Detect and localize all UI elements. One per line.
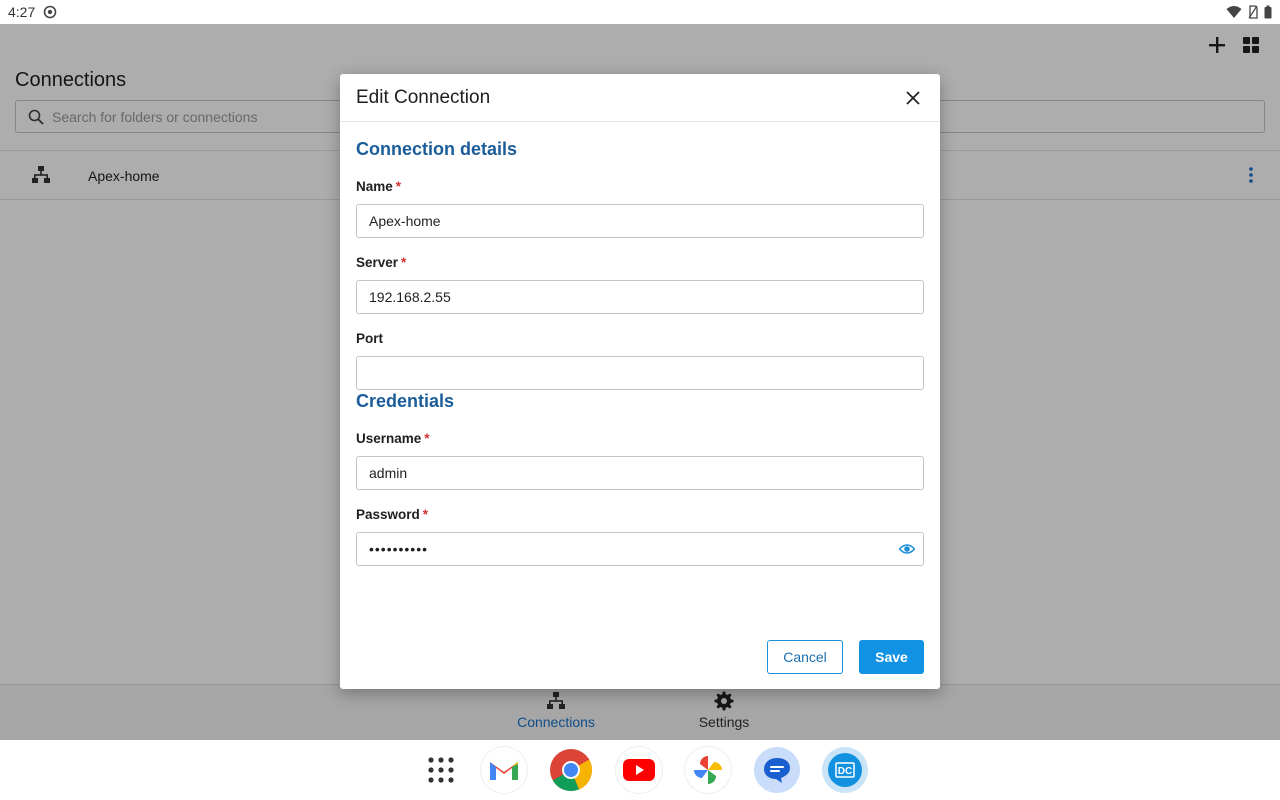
name-label-text: Name xyxy=(356,179,393,194)
required-marker: * xyxy=(401,255,407,270)
required-marker: * xyxy=(395,179,402,194)
edit-connection-dialog: Edit Connection Connection details Name *… xyxy=(340,74,940,689)
section-connection-details: Connection details xyxy=(356,139,518,159)
required-marker: * xyxy=(424,431,430,446)
dialog-title: Edit Connection xyxy=(356,87,491,108)
password-field-value: •••••••••• xyxy=(369,541,429,557)
chrome-icon[interactable] xyxy=(548,747,594,793)
messages-icon[interactable] xyxy=(754,747,800,793)
name-field[interactable]: Apex-home xyxy=(356,204,924,238)
notification-icon xyxy=(43,5,57,19)
wifi-icon xyxy=(1226,6,1242,18)
server-label: Server * xyxy=(356,255,406,270)
svg-text:DC: DC xyxy=(838,766,852,777)
required-marker: * xyxy=(422,507,429,522)
password-label: Password * xyxy=(356,507,428,522)
username-label-text: Username xyxy=(356,431,422,446)
name-field-value: Apex-home xyxy=(369,213,441,229)
username-field-value: admin xyxy=(369,465,408,481)
username-field[interactable]: admin xyxy=(356,456,924,490)
taskbar-dock: DC xyxy=(0,740,1280,800)
name-label: Name * xyxy=(356,179,401,194)
battery-icon xyxy=(1264,5,1272,19)
youtube-icon[interactable] xyxy=(616,747,662,793)
port-label: Port xyxy=(356,331,383,346)
status-time: 4:27 xyxy=(8,4,36,20)
server-field[interactable]: 192.168.2.55 xyxy=(356,280,924,314)
password-field[interactable]: •••••••••• xyxy=(356,532,924,566)
server-field-value: 192.168.2.55 xyxy=(369,289,451,305)
eye-icon[interactable] xyxy=(899,542,915,556)
save-button[interactable]: Save xyxy=(859,640,924,674)
port-field[interactable] xyxy=(356,356,924,390)
server-label-text: Server xyxy=(356,255,399,270)
close-icon[interactable] xyxy=(904,89,922,107)
app-drawer-icon[interactable] xyxy=(418,747,464,793)
status-bar: 4:27 xyxy=(0,0,1280,24)
username-label: Username * xyxy=(356,431,430,446)
dc-app-icon[interactable]: DC xyxy=(822,747,868,793)
cancel-button[interactable]: Cancel xyxy=(767,640,843,674)
dialog-header: Edit Connection xyxy=(340,74,940,122)
password-label-text: Password xyxy=(356,507,420,522)
no-sim-icon xyxy=(1248,5,1258,19)
port-label-text: Port xyxy=(356,331,383,346)
photos-icon[interactable] xyxy=(685,747,731,793)
section-credentials: Credentials xyxy=(356,391,455,411)
gmail-icon[interactable] xyxy=(481,747,527,793)
